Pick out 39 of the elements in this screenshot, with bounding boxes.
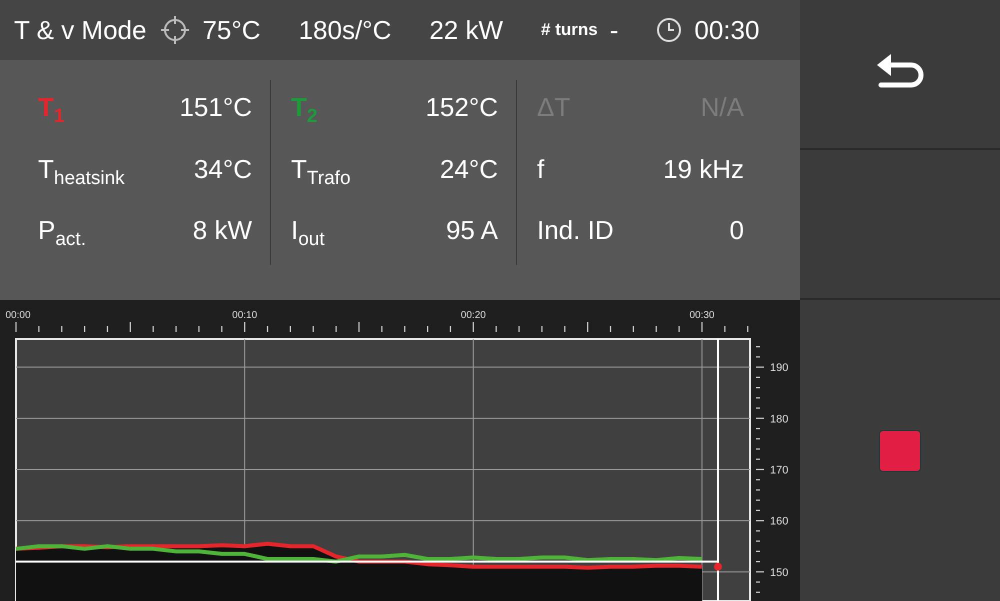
reading-value: 24°C <box>440 154 498 185</box>
status-value: 180s/°C <box>298 14 392 46</box>
axis-label: 190 <box>770 362 788 374</box>
reading-value: 95 A <box>446 215 498 246</box>
reading-value: 0 <box>730 215 744 246</box>
field-label: # turns <box>541 20 598 40</box>
reading-label: T$_{1}$ <box>38 92 64 128</box>
axis-label: 00:20 <box>460 310 486 321</box>
reading-label: T$_{heatsink}$ <box>38 154 125 190</box>
cursor-dot <box>714 562 722 571</box>
stop-button[interactable] <box>800 300 1000 601</box>
crosshair-icon <box>160 15 190 45</box>
status-value: 75°C <box>202 14 261 46</box>
axis-label: 00:30 <box>689 310 714 321</box>
axis-label: 180 <box>770 413 788 426</box>
back-button[interactable] <box>800 0 1000 148</box>
reading-label: T$_{2}$ <box>291 92 318 128</box>
reading-value: 34°C <box>194 154 252 185</box>
axis-label: 00:00 <box>5 310 31 321</box>
axis-label: 150 <box>770 566 788 579</box>
clock-icon <box>656 17 682 43</box>
axis-label: 00:10 <box>232 310 258 321</box>
reading-value: 152°C <box>425 92 498 123</box>
reading-value: 19 kHz <box>663 154 744 185</box>
reading-value: 8 kW <box>192 215 252 246</box>
reading-value: 151°C <box>179 92 252 123</box>
stop-icon <box>879 430 921 472</box>
status-value: 22 kW <box>429 14 504 46</box>
reading-label: P$_{act.}$ <box>38 215 86 252</box>
axis-label: 170 <box>770 464 788 476</box>
status-value: - <box>610 14 618 46</box>
reading-label: T$_{Trafo}$ <box>291 154 351 190</box>
mode-title: T & v Mode <box>14 14 146 46</box>
axis-label: 160 <box>770 516 788 528</box>
reading-label: Ind. ID <box>537 215 614 246</box>
reading-label: I$_{out}$ <box>291 215 325 252</box>
blank-button[interactable] <box>800 150 1000 298</box>
reading-label: f <box>537 154 544 185</box>
status-value: 00:30 <box>694 14 760 46</box>
